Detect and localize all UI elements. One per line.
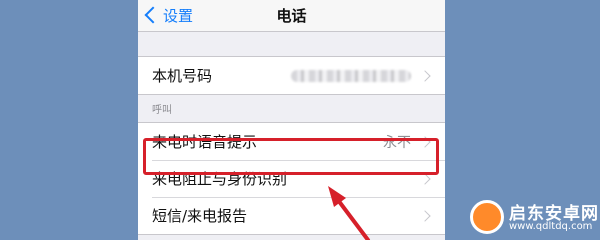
watermark-url: www.qdltdq.com [509, 221, 593, 232]
site-watermark: 启东安卓网 www.qdltdq.com [466, 196, 600, 240]
watermark-logo-icon [470, 200, 504, 234]
